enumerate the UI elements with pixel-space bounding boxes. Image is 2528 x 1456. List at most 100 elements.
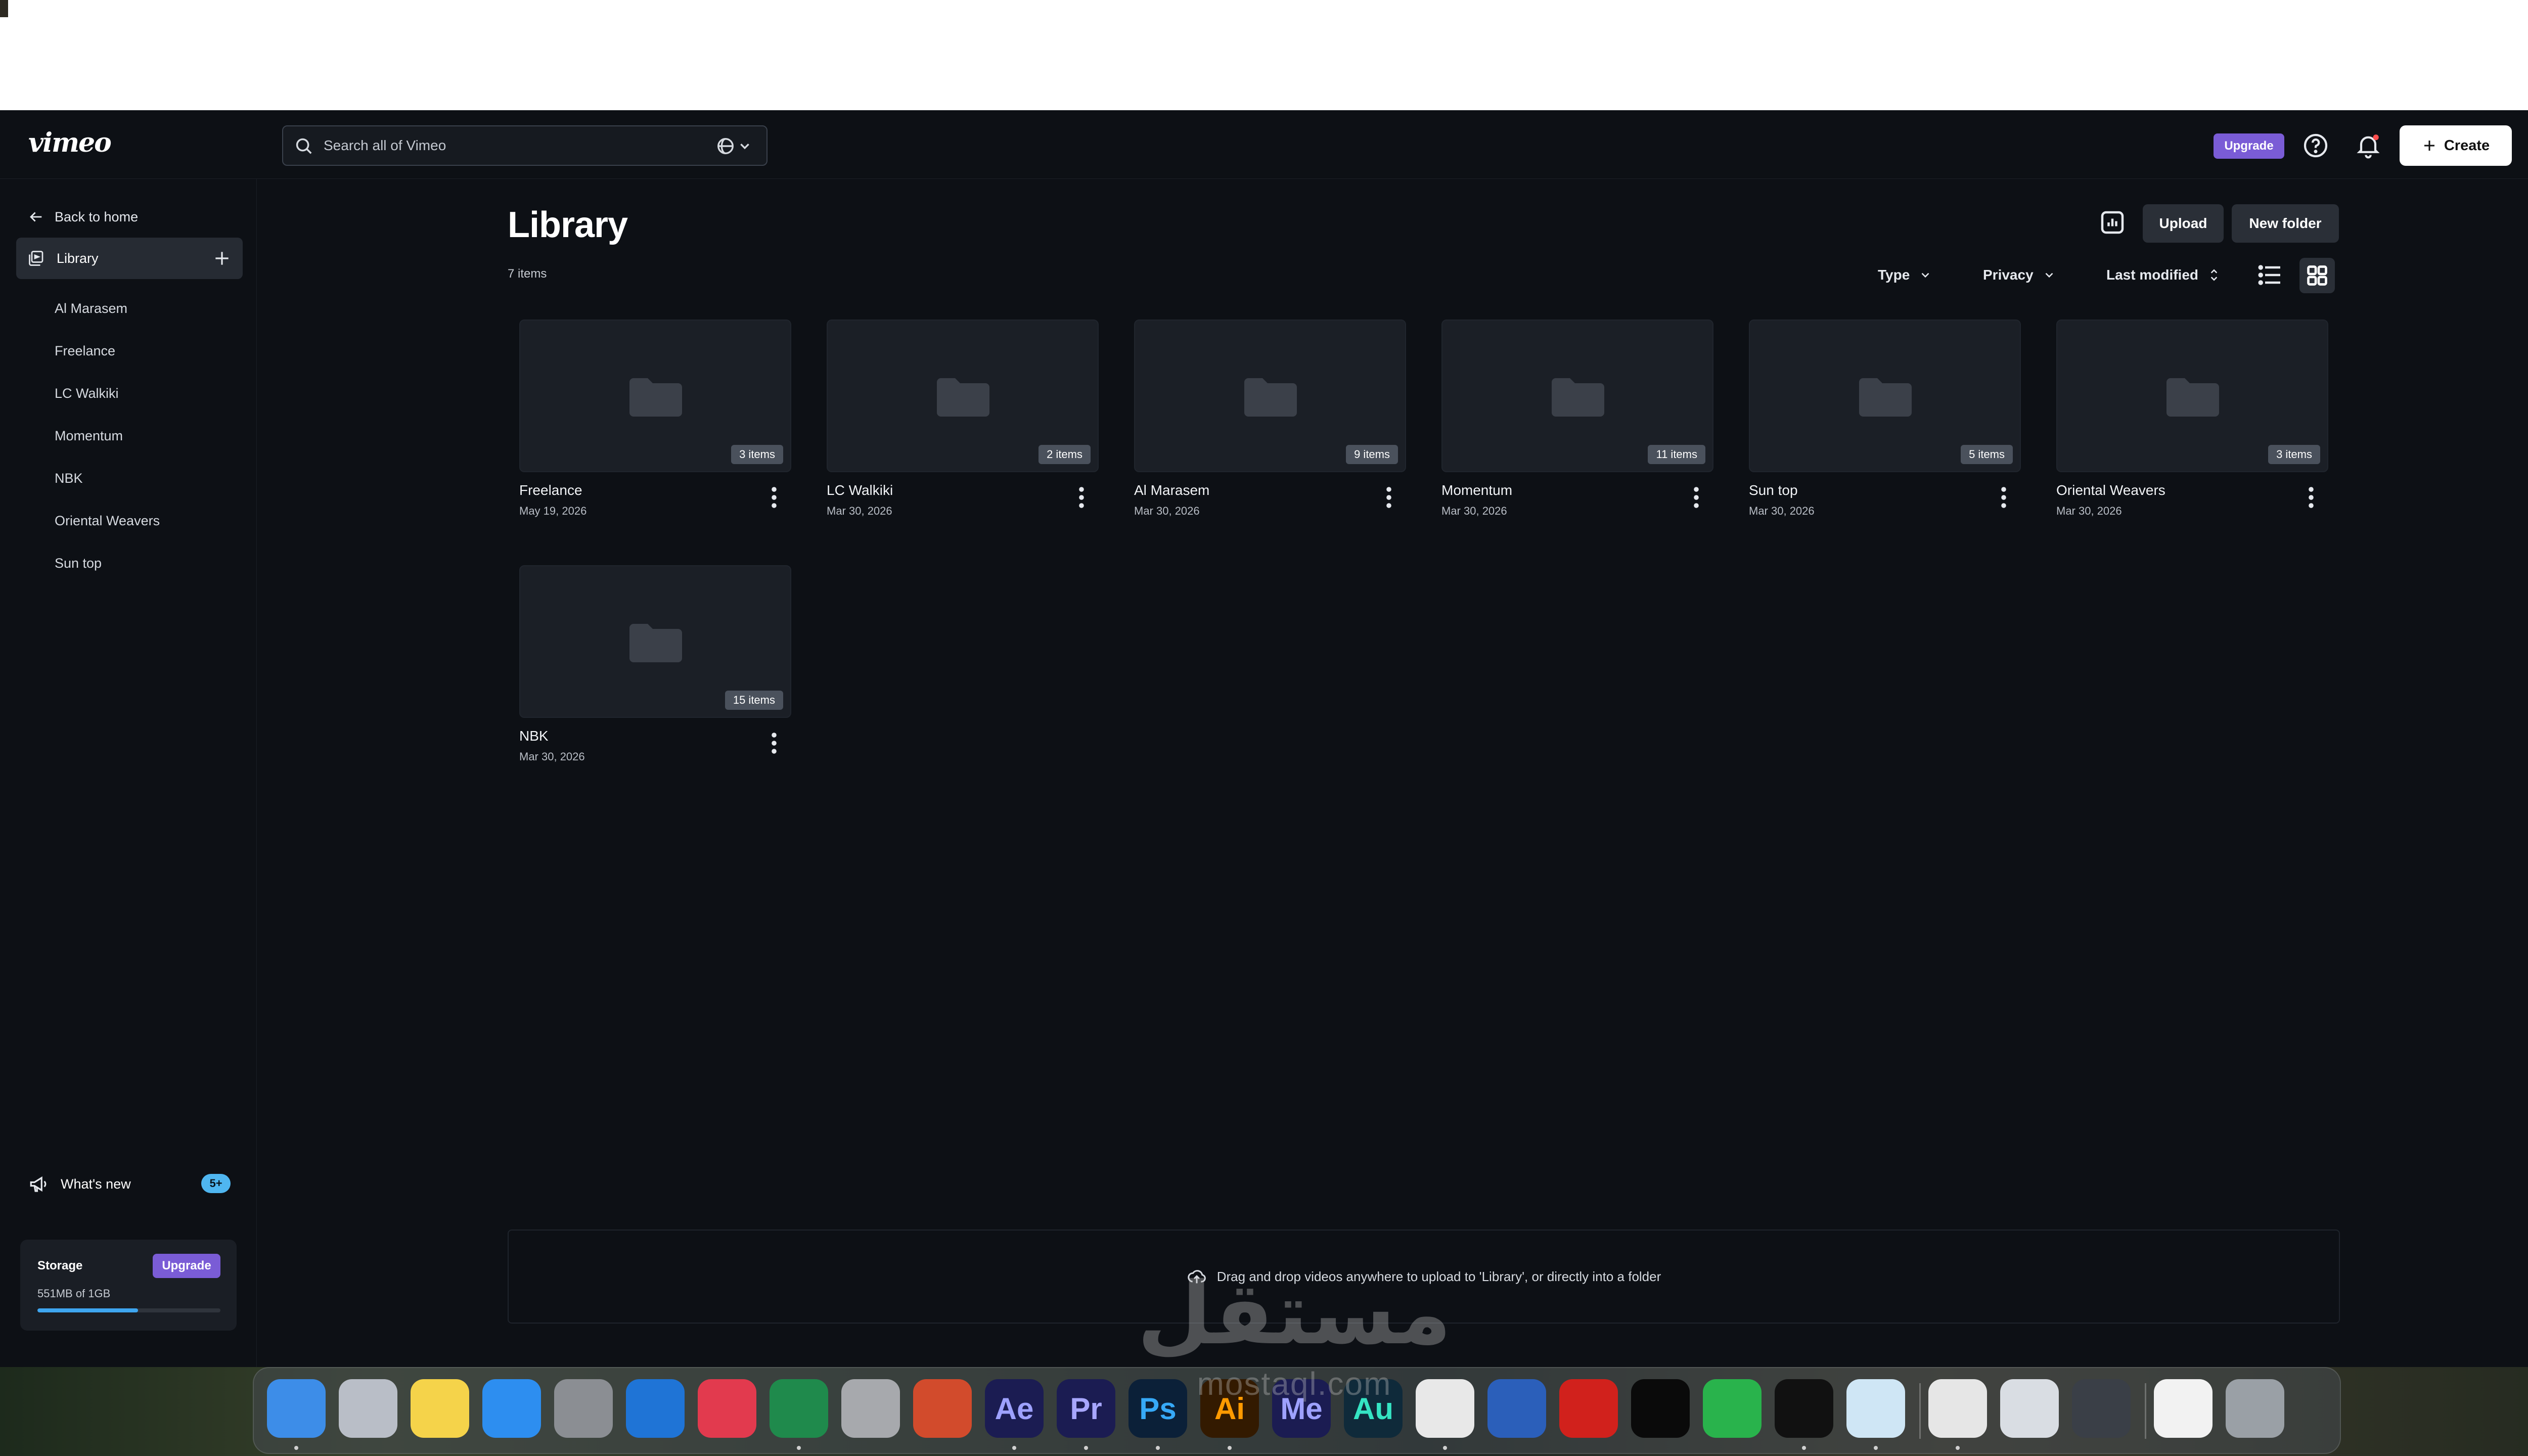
more-options-icon[interactable] <box>769 485 779 510</box>
folder-thumbnail[interactable]: 15 items <box>519 565 791 718</box>
font-book-icon[interactable] <box>841 1379 900 1438</box>
folder-icon <box>2166 378 2219 417</box>
type-filter[interactable]: Type <box>1878 263 1932 287</box>
folder-name[interactable]: Sun top <box>1749 482 1798 498</box>
folder-thumbnail[interactable]: 3 items <box>2056 320 2328 472</box>
watermark-arabic: مستقل <box>1137 1264 1452 1364</box>
folder-name[interactable]: NBK <box>519 728 549 744</box>
tiktok-icon[interactable] <box>1631 1379 1690 1438</box>
vimeo-logo[interactable]: vimeo <box>28 127 112 158</box>
storage-upgrade-button[interactable]: Upgrade <box>153 1254 220 1278</box>
pineapple-app-icon[interactable] <box>1846 1379 1905 1438</box>
sidebar-item-folder[interactable]: LC Walkiki <box>55 372 160 415</box>
dock-separator <box>2145 1383 2146 1439</box>
folder-name[interactable]: Momentum <box>1441 482 1512 498</box>
premiere-icon[interactable]: Pr <box>1057 1379 1115 1438</box>
storage-panel: Storage Upgrade 551MB of 1GB <box>20 1240 237 1331</box>
analytics-icon[interactable] <box>2097 207 2128 238</box>
sort-updown-icon <box>2210 269 2218 281</box>
header-upgrade-button[interactable]: Upgrade <box>2214 133 2284 159</box>
page-title: Library <box>508 205 628 245</box>
arrow-left-icon <box>30 212 42 222</box>
folder-thumbnail[interactable]: 2 items <box>827 320 1099 472</box>
back-to-home-label: Back to home <box>55 209 139 224</box>
sidebar-item-folder[interactable]: Sun top <box>55 542 160 584</box>
privacy-filter[interactable]: Privacy <box>1983 263 2056 287</box>
folder-name[interactable]: Freelance <box>519 482 582 498</box>
more-options-icon[interactable] <box>1384 485 1394 510</box>
sidebar-item-label: Library <box>57 250 99 266</box>
add-folder-plus-icon[interactable] <box>212 249 232 268</box>
sidebar-item-folder[interactable]: Al Marasem <box>55 287 160 330</box>
item-count-badge: 3 items <box>2268 445 2320 464</box>
word-icon[interactable] <box>1487 1379 1546 1438</box>
vimeo-app-window: vimeo Upgrade Create Back to home Librar… <box>0 110 2528 1367</box>
after-effects-icon[interactable]: Ae <box>985 1379 1044 1438</box>
search-icon <box>296 138 312 154</box>
notifications-bell-icon[interactable] <box>2354 131 2382 160</box>
storage-progress-fill <box>37 1308 139 1312</box>
whats-new-link[interactable]: What's new 5+ <box>28 1169 231 1199</box>
sidebar-item-folder[interactable]: Momentum <box>55 415 160 457</box>
powerpoint-icon[interactable] <box>913 1379 972 1438</box>
search-scope-globe-icon[interactable] <box>715 136 755 156</box>
type-filter-label: Type <box>1878 267 1910 283</box>
help-icon[interactable] <box>2301 131 2330 160</box>
sidebar-item-library[interactable]: Library <box>16 238 243 279</box>
more-options-icon[interactable] <box>769 731 779 755</box>
more-options-icon[interactable] <box>2306 485 2316 510</box>
notes-icon[interactable] <box>411 1379 469 1438</box>
storage-title: Storage <box>37 1259 83 1272</box>
acrobat-icon[interactable] <box>1559 1379 1618 1438</box>
search-input[interactable] <box>324 126 678 165</box>
back-to-home-link[interactable]: Back to home <box>27 208 138 225</box>
sidebar-item-folder[interactable]: Oriental Weavers <box>55 499 160 542</box>
megaphone-icon <box>30 1176 47 1192</box>
excel-icon[interactable] <box>770 1379 828 1438</box>
folder-thumbnail[interactable]: 9 items <box>1134 320 1406 472</box>
search-bar[interactable] <box>282 125 768 166</box>
folder-thumbnail[interactable]: 11 items <box>1441 320 1713 472</box>
image-capture-icon[interactable] <box>2000 1379 2059 1438</box>
list-view-icon[interactable] <box>2255 260 2285 290</box>
folder-date: Mar 30, 2026 <box>827 505 892 517</box>
quicktime-icon[interactable] <box>2072 1379 2131 1438</box>
create-button[interactable]: Create <box>2400 125 2512 166</box>
trash-icon[interactable] <box>2226 1379 2284 1438</box>
folder-name[interactable]: LC Walkiki <box>827 482 893 498</box>
top-window-strip <box>0 0 2528 110</box>
running-indicator <box>1156 1446 1160 1450</box>
system-settings-icon[interactable] <box>554 1379 613 1438</box>
grid-view-icon <box>2307 265 2327 286</box>
whats-new-badge: 5+ <box>201 1174 231 1193</box>
upload-button[interactable]: Upload <box>2143 204 2224 243</box>
finder-icon[interactable] <box>267 1379 326 1438</box>
sidebar-item-folder[interactable]: NBK <box>55 457 160 499</box>
folder-icon <box>629 624 682 662</box>
library-icon <box>29 251 43 266</box>
folder-name[interactable]: Oriental Weavers <box>2056 482 2165 498</box>
folder-thumbnail[interactable]: 5 items <box>1749 320 2021 472</box>
more-options-icon[interactable] <box>1691 485 1701 510</box>
folder-date: Mar 30, 2026 <box>2056 505 2122 517</box>
spotify-icon[interactable] <box>1775 1379 1833 1438</box>
launchpad-icon[interactable] <box>339 1379 397 1438</box>
folder-date: May 19, 2026 <box>519 505 587 517</box>
safari-icon[interactable] <box>482 1379 541 1438</box>
folder-icon <box>1244 378 1297 417</box>
creative-cloud-icon[interactable] <box>698 1379 756 1438</box>
folder-name[interactable]: Al Marasem <box>1134 482 1209 498</box>
sort-dropdown[interactable]: Last modified <box>2106 263 2221 287</box>
grid-view-button[interactable] <box>2299 258 2335 293</box>
folder-thumbnail[interactable]: 3 items <box>519 320 791 472</box>
new-folder-button[interactable]: New folder <box>2232 204 2339 243</box>
whatsapp-icon[interactable] <box>1703 1379 1762 1438</box>
preview-icon[interactable] <box>1928 1379 1987 1438</box>
more-options-icon[interactable] <box>1076 485 1087 510</box>
folder-icon <box>1859 378 1912 417</box>
storage-progress-track <box>37 1308 220 1312</box>
zip-file-icon[interactable] <box>2154 1379 2213 1438</box>
sidebar-item-folder[interactable]: Freelance <box>55 330 160 372</box>
outlook-icon[interactable] <box>626 1379 685 1438</box>
more-options-icon[interactable] <box>1999 485 2009 510</box>
